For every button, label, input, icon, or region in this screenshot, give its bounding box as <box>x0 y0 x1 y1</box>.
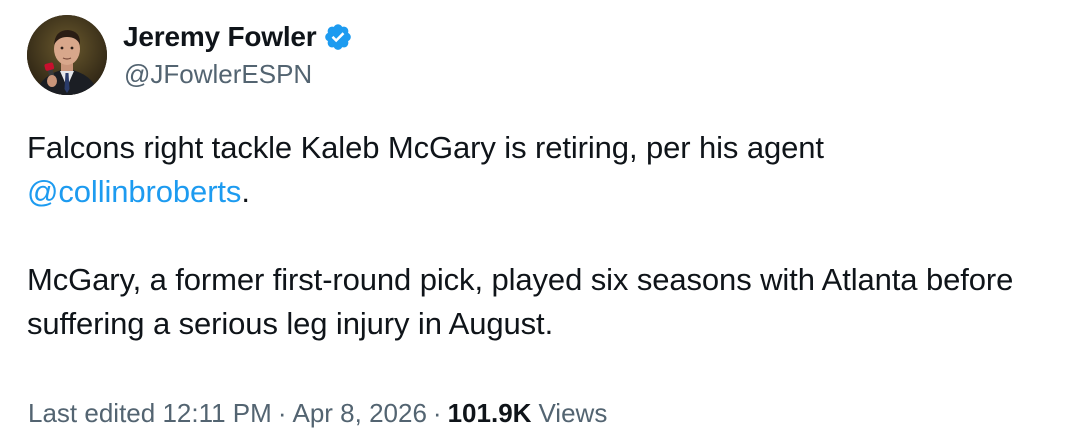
verified-badge-icon[interactable] <box>323 22 353 52</box>
tweet-time[interactable]: 12:11 PM <box>162 398 271 429</box>
edited-label[interactable]: Last edited <box>28 398 155 429</box>
meta-separator: · <box>277 398 287 428</box>
tweet-card: Jeremy Fowler @JFowlerESPN Falcons right… <box>0 0 1068 446</box>
avatar-image <box>27 15 107 95</box>
views-count: 101.9K <box>447 398 532 428</box>
tweet-text: Falcons right tackle Kaleb McGary is ret… <box>27 126 1057 346</box>
author-handle[interactable]: @JFowlerESPN <box>124 59 312 90</box>
tweet-paragraph-2: McGary, a former first-round pick, playe… <box>27 262 1014 341</box>
avatar[interactable] <box>27 15 107 95</box>
author-display-name[interactable]: Jeremy Fowler <box>123 21 317 53</box>
tweet-date[interactable]: Apr 8, 2026 <box>292 398 426 429</box>
tweet-meta: Last edited 12:11 PM · Apr 8, 2026 · 101… <box>28 398 607 429</box>
views-label: Views <box>538 398 608 428</box>
meta-separator: · <box>432 398 442 428</box>
author-name-row: Jeremy Fowler <box>123 19 353 55</box>
tweet-paragraph-1: Falcons right tackle Kaleb McGary is ret… <box>27 126 1057 214</box>
mention-link[interactable]: @collinbroberts <box>27 174 241 209</box>
mention-suffix: . <box>241 174 250 209</box>
tweet-line1: Falcons right tackle Kaleb McGary is ret… <box>27 130 824 165</box>
